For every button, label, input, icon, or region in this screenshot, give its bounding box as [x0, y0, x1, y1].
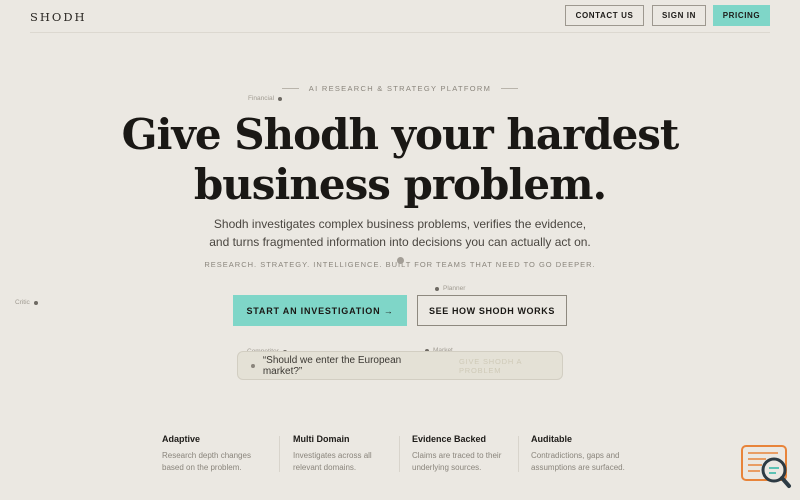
orbit-center-dot — [397, 257, 404, 264]
headline-line-2: business problem. — [193, 160, 607, 209]
problem-prompt-input[interactable]: “Should we enter the European market?” G… — [237, 351, 563, 380]
see-how-it-works-button[interactable]: SEE HOW SHODH WORKS — [417, 295, 567, 326]
feature-desc-line-1: Contradictions, gaps and — [531, 451, 620, 460]
orbit-label-critic-text: Critic — [15, 299, 30, 306]
feature-desc: Investigates across all relevant domains… — [293, 450, 372, 474]
orbit-dot-planner — [435, 286, 439, 291]
orbit-label-planner-text: Planner — [443, 285, 466, 292]
hero-subtitle: Shodh investigates complex business prob… — [0, 215, 800, 251]
orbit-label-critic: Critic — [15, 299, 38, 306]
chat-search-icon[interactable] — [738, 444, 792, 490]
feature-multi-domain: Multi Domain Investigates across all rel… — [293, 434, 372, 474]
feature-desc-line-2: based on the problem. — [162, 463, 242, 472]
feature-desc: Research depth changes based on the prob… — [162, 450, 251, 474]
nav-divider — [30, 32, 770, 33]
orbit-dot-critic — [33, 300, 38, 305]
feature-desc-line-1: Investigates across all — [293, 451, 372, 460]
orbit-label-financial-text: Financial — [248, 95, 275, 102]
feature-desc: Claims are traced to their underlying so… — [412, 450, 501, 474]
feature-title: Multi Domain — [293, 434, 350, 444]
feature-title: Adaptive — [162, 434, 201, 444]
prompt-question: “Should we enter the European market?” — [262, 354, 402, 377]
subtitle-line-1: Shodh investigates complex business prob… — [213, 217, 587, 231]
feature-divider — [399, 436, 400, 472]
feature-desc-line-1: Claims are traced to their — [412, 451, 502, 460]
logo[interactable]: SHODH — [30, 10, 87, 24]
sign-in-button[interactable]: SIGN IN — [652, 5, 706, 26]
feature-divider — [279, 436, 280, 472]
headline-line-1: Give Shodh your hardest — [121, 110, 680, 159]
prompt-hint: GIVE SHODH A PROBLEM — [458, 356, 522, 375]
feature-desc: Contradictions, gaps and assumptions are… — [531, 450, 625, 474]
orbit-label-planner: Planner — [435, 285, 465, 292]
subtitle-line-2: and turns fragmented information into de… — [209, 235, 591, 249]
pricing-button[interactable]: PRICING — [713, 5, 770, 26]
start-investigation-button[interactable]: START AN INVESTIGATION → — [233, 295, 407, 326]
eyebrow-text: AI RESEARCH & STRATEGY PLATFORM — [308, 84, 492, 93]
hero-headline: Give Shodh your hardest business problem… — [0, 110, 800, 210]
eyebrow-dash-left — [281, 88, 299, 89]
feature-adaptive: Adaptive Research depth changes based on… — [162, 434, 251, 474]
feature-desc-line-1: Research depth changes — [162, 451, 251, 460]
feature-divider — [518, 436, 519, 472]
eyebrow: AI RESEARCH & STRATEGY PLATFORM — [0, 84, 800, 93]
orbit-label-financial: Financial — [248, 95, 283, 102]
feature-evidence-backed: Evidence Backed Claims are traced to the… — [412, 434, 501, 474]
feature-title: Evidence Backed — [412, 434, 487, 444]
feature-desc-line-2: assumptions are surfaced. — [531, 463, 625, 472]
feature-title: Auditable — [531, 434, 573, 444]
feature-desc-line-2: underlying sources. — [412, 463, 482, 472]
feature-desc-line-2: relevant domains. — [293, 463, 357, 472]
top-nav: SHODH CONTACT US SIGN IN PRICING — [0, 0, 800, 33]
eyebrow-dash-right — [501, 88, 519, 89]
feature-auditable: Auditable Contradictions, gaps and assum… — [531, 434, 625, 474]
orbit-dot-financial — [278, 96, 283, 101]
feature-row: Adaptive Research depth changes based on… — [0, 434, 800, 479]
contact-us-button[interactable]: CONTACT US — [565, 5, 644, 26]
prompt-bullet — [251, 363, 255, 368]
